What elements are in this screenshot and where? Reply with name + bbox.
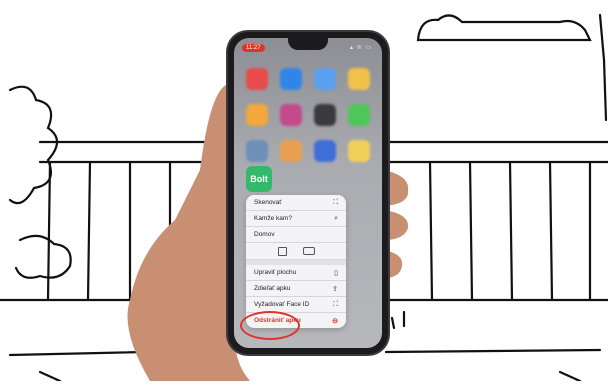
blurred-app-icon: [246, 140, 268, 162]
faceid-icon: ⛶: [333, 300, 338, 308]
menu-item-label: Zdieľať apku: [254, 285, 291, 292]
blurred-app-icon: [348, 68, 370, 90]
menu-item-scan[interactable]: Skenovať ⛶: [246, 195, 346, 211]
blurred-app-grid: [246, 68, 372, 162]
status-time: 11:27: [242, 44, 265, 52]
blurred-app-icon: [280, 140, 302, 162]
widget-wide-icon[interactable]: [302, 247, 315, 255]
menu-item-label: Kamže kam?: [254, 215, 292, 222]
bolt-app-icon[interactable]: Bolt: [246, 166, 272, 192]
blurred-app-icon: [280, 68, 302, 90]
notch: [288, 38, 328, 50]
status-icons: ▴ ≋ ▭: [349, 45, 372, 51]
remove-icon: ⊖: [332, 317, 338, 325]
blurred-app-icon: [348, 104, 370, 126]
search-icon: ⌕: [334, 214, 338, 222]
widget-size-options: [246, 243, 346, 260]
menu-item-label: Vyžadovať Face ID: [254, 301, 310, 308]
blurred-app-icon: [314, 104, 336, 126]
phone-screen: 11:27 ▴ ≋ ▭ Bolt Skenovať ⛶ Kamže kam? ⌕…: [234, 38, 382, 348]
menu-item-share-app[interactable]: Zdieľať apku ⇪: [246, 281, 346, 297]
scan-icon: ⛶: [333, 198, 338, 206]
widget-small-icon[interactable]: [277, 246, 287, 256]
phone-icon: ▯: [334, 269, 338, 277]
blurred-app-icon: [348, 140, 370, 162]
blurred-app-icon: [246, 68, 268, 90]
context-menu: Skenovať ⛶ Kamže kam? ⌕ Domov Upraviť pl…: [246, 195, 346, 328]
blurred-app-icon: [314, 68, 336, 90]
menu-item-label: Skenovať: [254, 199, 282, 206]
phone: 11:27 ▴ ≋ ▭ Bolt Skenovať ⛶ Kamže kam? ⌕…: [228, 32, 388, 354]
blurred-app-icon: [246, 104, 268, 126]
menu-item-home[interactable]: Domov: [246, 227, 346, 243]
menu-item-edit-home[interactable]: Upraviť plochu ▯: [246, 265, 346, 281]
menu-item-where-to[interactable]: Kamže kam? ⌕: [246, 211, 346, 227]
share-icon: ⇪: [332, 285, 338, 293]
highlight-circle: [240, 311, 300, 340]
blurred-app-icon: [314, 140, 336, 162]
blurred-app-icon: [280, 104, 302, 126]
menu-item-label: Upraviť plochu: [254, 269, 297, 276]
menu-item-label: Domov: [254, 231, 275, 238]
